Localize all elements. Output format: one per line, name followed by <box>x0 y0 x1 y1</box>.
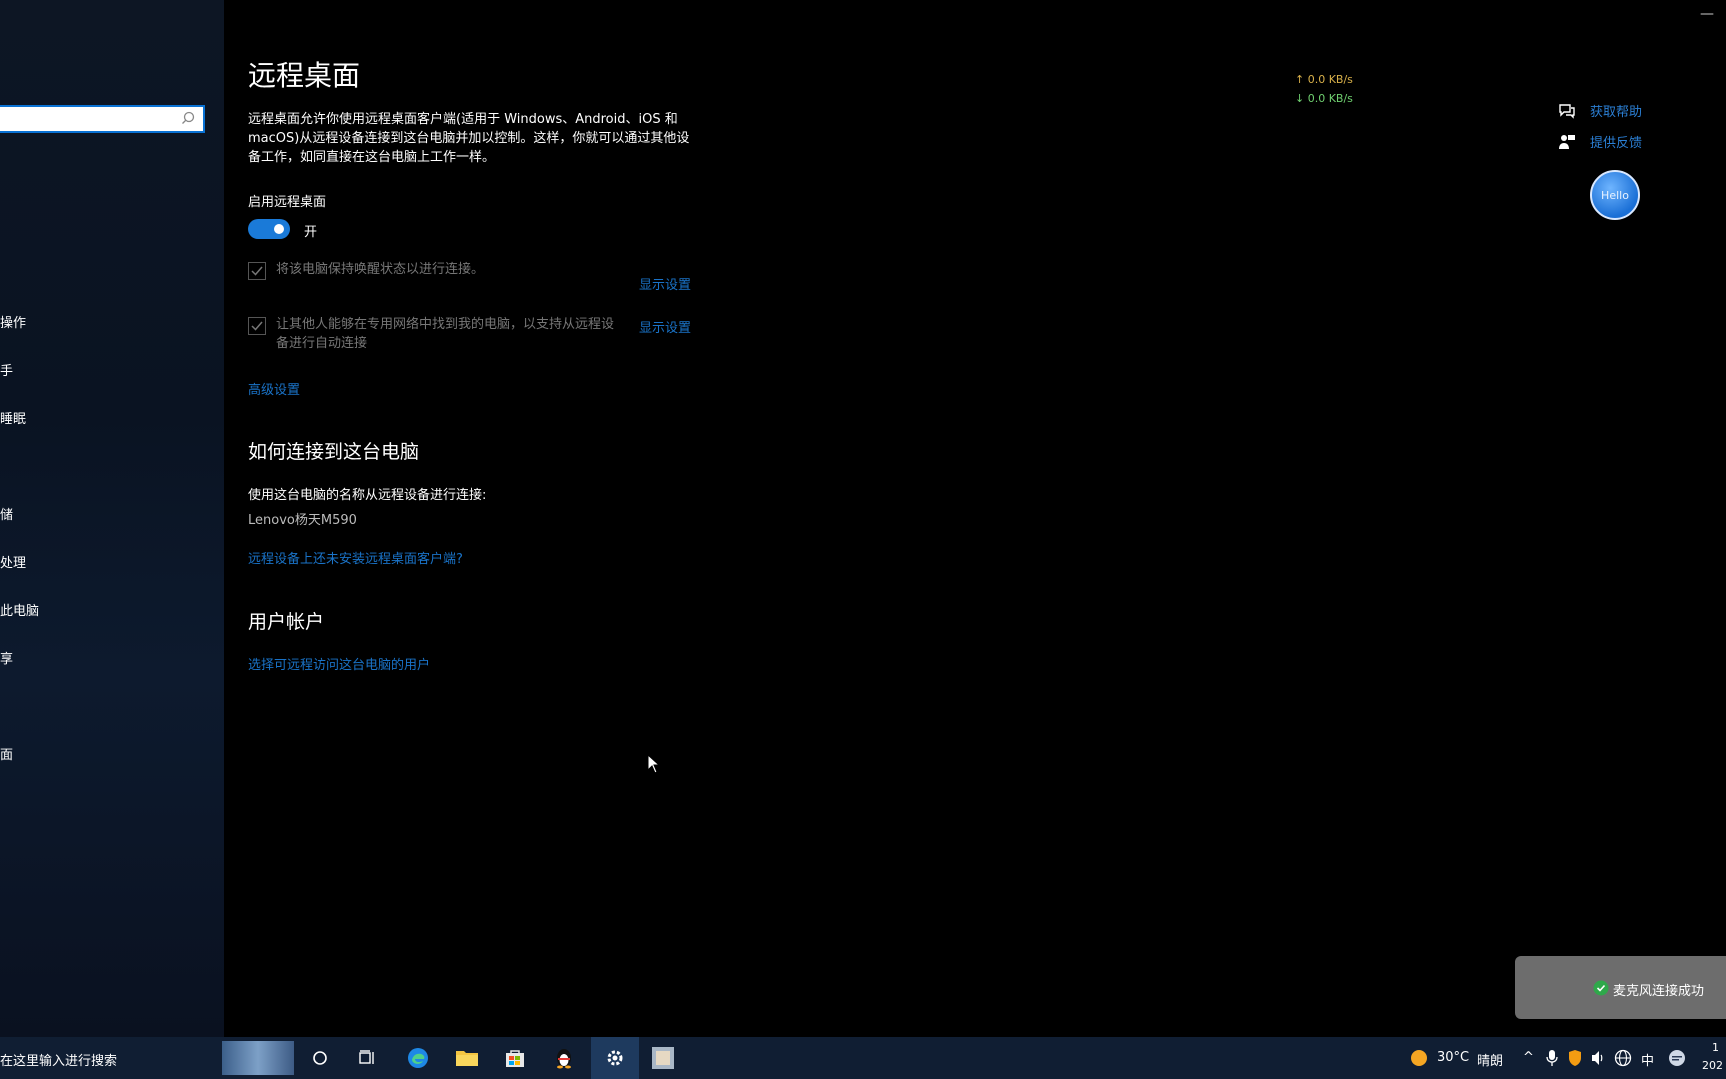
task-view-icon <box>359 1050 374 1064</box>
pc-name: Lenovo杨天M590 <box>248 513 357 528</box>
qq-button[interactable] <box>541 1037 587 1079</box>
feedback-link[interactable]: 提供反馈 <box>1558 132 1642 151</box>
page-description: 远程桌面允许你使用远程桌面客户端(适用于 Windows、Android、iOS… <box>248 112 690 165</box>
weather-temp: 30°C <box>1437 1050 1470 1065</box>
assistant-label: Hello <box>1601 188 1629 202</box>
sidebar-item-5[interactable]: 处理 <box>0 552 26 571</box>
store-bag-icon <box>506 1050 524 1067</box>
network-globe-icon[interactable] <box>1614 1049 1632 1067</box>
notification-chat-icon[interactable] <box>1668 1049 1686 1067</box>
discoverable-checkbox[interactable] <box>248 317 266 335</box>
mouse-cursor-icon <box>647 754 661 774</box>
toggle-state-label: 开 <box>304 225 318 240</box>
keep-awake-checkbox[interactable] <box>248 262 266 280</box>
sidebar-item-4[interactable]: 储 <box>0 504 13 523</box>
use-pc-name-label: 使用这台电脑的名称从远程设备进行连接: <box>248 488 487 503</box>
sidebar-item-1[interactable]: 操作 <box>0 312 26 331</box>
clock-date[interactable]: 202 <box>1702 1059 1723 1072</box>
upload-speed: ↑ 0.0 KB/s <box>1295 73 1353 86</box>
tray-expand-chevron-icon[interactable]: ^ <box>1523 1050 1534 1065</box>
toggle-knob <box>274 224 284 234</box>
help-chat-icon <box>1559 103 1575 119</box>
weather-desc: 晴朗 <box>1477 1054 1504 1069</box>
toast-message: 麦克风连接成功 <box>1613 984 1705 999</box>
get-help-label: 获取帮助 <box>1590 105 1643 120</box>
download-speed: ↓ 0.0 KB/s <box>1295 92 1353 105</box>
gear-icon <box>607 1050 623 1066</box>
enable-remote-desktop-label: 启用远程桌面 <box>248 195 327 210</box>
sidebar-item-2[interactable]: 手 <box>0 360 13 379</box>
settings-taskbar-button[interactable] <box>591 1037 639 1079</box>
remote-desktop-toggle[interactable] <box>248 219 290 239</box>
minimize-button[interactable]: — <box>1700 6 1714 22</box>
taskbar: 在这里输入进行搜索 30°C 晴朗 ^ 中 1 202 <box>0 1037 1726 1079</box>
microphone-icon[interactable] <box>1546 1049 1558 1067</box>
advanced-settings-link[interactable]: 高级设置 <box>248 379 300 398</box>
feedback-label: 提供反馈 <box>1590 136 1643 151</box>
feedback-icon <box>1559 134 1575 149</box>
screen: 操作 手 睡眠 储 处理 此电脑 享 面 远程桌面 远程桌面允许你使用远程桌面客… <box>0 0 1726 1079</box>
sidebar-item-7[interactable]: 享 <box>0 648 13 667</box>
how-to-connect-title: 如何连接到这台电脑 <box>248 441 420 463</box>
select-users-link[interactable]: 选择可远程访问这台电脑的用户 <box>248 654 430 673</box>
user-accounts-title: 用户帐户 <box>248 611 325 633</box>
floating-assistant-button[interactable]: Hello <box>1590 170 1640 220</box>
checkmark-icon <box>251 321 263 331</box>
folder-icon <box>456 1051 478 1066</box>
page-title: 远程桌面 <box>248 59 361 92</box>
task-view-button[interactable] <box>345 1037 391 1079</box>
clock-time[interactable]: 1 <box>1712 1041 1719 1054</box>
discoverable-text: 让其他人能够在专用网络中找到我的电脑，以支持从远程设备进行自动连接 <box>276 317 615 351</box>
get-help-link[interactable]: 获取帮助 <box>1558 101 1642 120</box>
edge-taskbar-button[interactable] <box>395 1037 441 1079</box>
app-thumbnail-icon <box>652 1047 674 1069</box>
main-content: 远程桌面 远程桌面允许你使用远程桌面客户端(适用于 Windows、Androi… <box>224 0 1726 1037</box>
app-taskbar-button[interactable] <box>640 1037 686 1079</box>
qq-penguin-icon <box>557 1049 571 1069</box>
sidebar-item-6[interactable]: 此电脑 <box>0 600 39 619</box>
weather-sun-icon <box>1411 1050 1427 1066</box>
no-client-link[interactable]: 远程设备上还未安装远程桌面客户端? <box>248 548 463 567</box>
cortana-circle-icon <box>313 1051 327 1065</box>
sidebar-search-input[interactable] <box>0 105 205 133</box>
cortana-button[interactable] <box>297 1037 343 1079</box>
checkmark-icon <box>251 266 263 276</box>
edge-browser-icon <box>408 1048 428 1068</box>
keep-awake-text: 将该电脑保持唤醒状态以进行连接。 <box>276 262 485 277</box>
settings-sidebar: 操作 手 睡眠 储 处理 此电脑 享 面 <box>0 0 224 1037</box>
show-settings-link-2[interactable]: 显示设置 <box>639 317 691 336</box>
check-circle-icon <box>1593 980 1609 996</box>
taskbar-search-input[interactable]: 在这里输入进行搜索 <box>0 1050 117 1069</box>
sidebar-item-3[interactable]: 睡眠 <box>0 408 26 427</box>
sidebar-item-remote-desktop[interactable]: 面 <box>0 744 13 763</box>
volume-icon[interactable] <box>1590 1049 1606 1067</box>
store-button[interactable] <box>492 1037 538 1079</box>
show-settings-link-1[interactable]: 显示设置 <box>639 274 691 293</box>
file-explorer-button[interactable] <box>444 1037 490 1079</box>
ime-indicator[interactable]: 中 <box>1641 1050 1654 1069</box>
security-shield-icon[interactable] <box>1568 1049 1582 1067</box>
toast-notification: 麦克风连接成功 <box>1515 956 1726 1019</box>
search-icon <box>182 111 195 124</box>
search-highlight-image <box>222 1041 294 1075</box>
